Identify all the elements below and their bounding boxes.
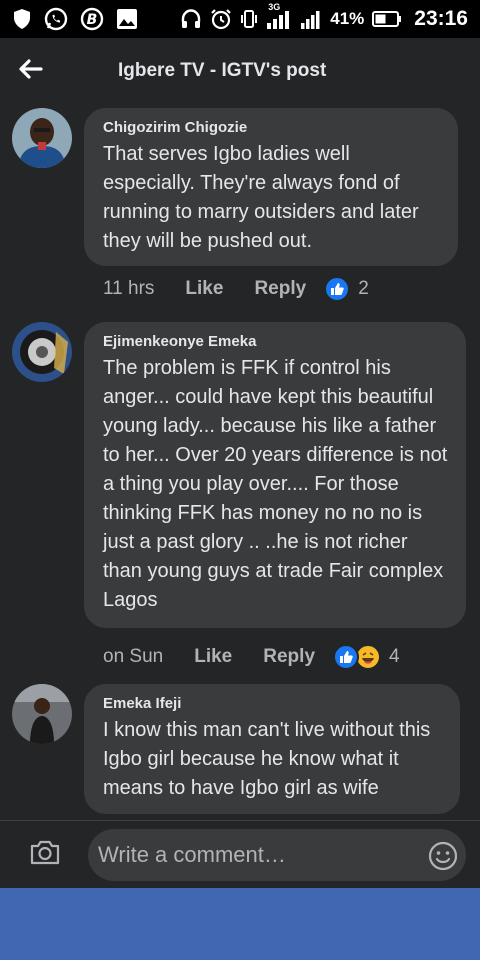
reactions-summary[interactable]: 2 bbox=[324, 276, 369, 302]
comment-actions: 11 hrs Like Reply 2 bbox=[103, 276, 369, 302]
whatsapp-icon bbox=[44, 7, 68, 31]
image-icon bbox=[116, 8, 138, 30]
back-arrow-icon bbox=[17, 58, 43, 85]
comment-time: on Sun bbox=[103, 646, 164, 667]
avatar[interactable] bbox=[12, 108, 72, 168]
headphones-icon bbox=[180, 8, 202, 30]
reply-button[interactable]: Reply bbox=[263, 646, 315, 668]
app-header: Igbere TV - IGTV's post bbox=[0, 38, 480, 104]
comment-text: I know this man can't live without this … bbox=[103, 719, 431, 799]
comment-author[interactable]: Emeka Ifeji bbox=[103, 695, 442, 712]
status-bar: B 3G 41% 23:16 bbox=[0, 0, 480, 38]
comment-bubble[interactable]: Chigozirim Chigozie That serves Igbo lad… bbox=[84, 108, 458, 266]
status-notification-icons: B bbox=[12, 7, 138, 31]
signal-icon bbox=[300, 8, 322, 30]
vibrate-icon bbox=[240, 8, 258, 30]
battery-percent: 41% bbox=[330, 9, 365, 28]
avatar[interactable] bbox=[12, 684, 72, 744]
comment-bubble[interactable]: Emeka Ifeji I know this man can't live w… bbox=[84, 684, 460, 814]
reply-button[interactable]: Reply bbox=[254, 278, 306, 300]
comment-bubble[interactable]: Ejimenkeonye Emeka The problem is FFK if… bbox=[84, 322, 466, 628]
camera-icon bbox=[29, 838, 61, 871]
bottom-band bbox=[0, 888, 480, 960]
reaction-count: 2 bbox=[358, 278, 369, 299]
like-button[interactable]: Like bbox=[185, 278, 223, 300]
comment-input[interactable]: Write a comment… bbox=[88, 829, 466, 881]
page-title: Igbere TV - IGTV's post bbox=[118, 60, 327, 81]
like-reaction-icon bbox=[324, 276, 351, 302]
comment-composer: Write a comment… bbox=[0, 820, 480, 888]
alarm-icon bbox=[210, 8, 232, 30]
like-reaction-icon bbox=[333, 644, 360, 670]
reactions-summary[interactable]: 4 bbox=[333, 644, 400, 670]
bitcoin-icon: B bbox=[80, 7, 104, 31]
shield-icon bbox=[12, 8, 32, 30]
comment-time: 11 hrs bbox=[103, 278, 155, 299]
status-system-icons: 3G 41% 23:16 bbox=[180, 2, 468, 31]
emoji-icon[interactable] bbox=[428, 841, 458, 871]
network-type-label: 3G bbox=[268, 2, 281, 12]
comment-text: The problem is FFK if control his anger.… bbox=[103, 357, 448, 611]
comments-list[interactable]: Chigozirim Chigozie That serves Igbo lad… bbox=[0, 104, 480, 820]
battery-icon bbox=[372, 10, 402, 28]
camera-button[interactable] bbox=[0, 821, 90, 889]
comment-text: That serves Igbo ladies well especially.… bbox=[103, 143, 419, 252]
reaction-count: 4 bbox=[389, 646, 400, 667]
like-button[interactable]: Like bbox=[194, 646, 232, 668]
status-time: 23:16 bbox=[414, 7, 468, 30]
back-button[interactable] bbox=[0, 38, 60, 104]
avatar[interactable] bbox=[12, 322, 72, 382]
comment-author[interactable]: Chigozirim Chigozie bbox=[103, 119, 440, 136]
svg-text:B: B bbox=[87, 12, 98, 28]
comment-author[interactable]: Ejimenkeonye Emeka bbox=[103, 333, 448, 350]
signal-3g-icon: 3G bbox=[266, 2, 292, 30]
comment-actions: on Sun Like Reply 4 bbox=[103, 644, 400, 670]
